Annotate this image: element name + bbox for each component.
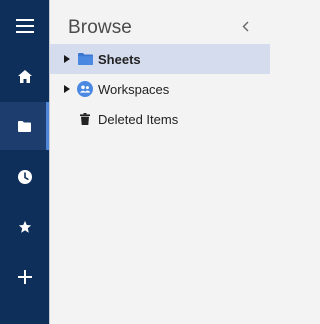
workspaces-icon [77,81,93,97]
expand-caret-icon[interactable] [64,85,70,93]
menu-button[interactable] [0,2,49,50]
browse-button[interactable] [0,102,49,150]
tree-item-sheets[interactable]: Sheets [50,44,270,74]
trash-icon [77,111,93,127]
folder-icon [18,120,31,132]
home-button[interactable] [0,52,49,100]
chevron-left-icon [242,21,248,31]
home-icon [17,69,32,83]
favorites-button[interactable] [0,203,49,251]
folder-icon [77,51,93,67]
collapse-panel-button[interactable] [236,16,254,36]
expand-caret-icon[interactable] [64,55,70,63]
tree-item-label: Sheets [98,51,141,67]
tree-item-label: Deleted Items [98,111,179,127]
clock-icon [17,170,32,184]
star-icon [18,220,31,233]
browse-panel: Browse Sheets Workspaces Deleted Items [49,0,270,324]
tree-item-label: Workspaces [98,81,170,97]
recents-button[interactable] [0,153,49,201]
nav-rail [0,0,49,324]
create-button[interactable] [0,253,49,301]
tree-item-deleted-items[interactable]: Deleted Items [50,104,270,134]
plus-icon [17,270,32,284]
panel-title: Browse [68,17,132,38]
hamburger-menu-icon [15,19,34,33]
tree-item-workspaces[interactable]: Workspaces [50,74,270,104]
